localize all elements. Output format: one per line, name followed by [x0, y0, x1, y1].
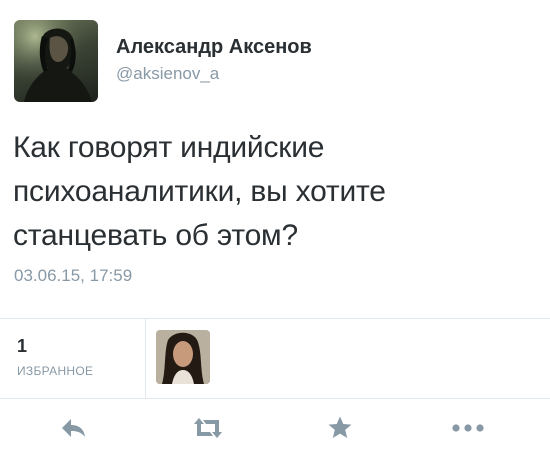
- tweet-timestamp[interactable]: 03.06.15, 17:59: [14, 266, 132, 286]
- author-avatar-image: [14, 20, 98, 102]
- tweet-text: Как говорят индийские психоаналитики, вы…: [13, 126, 533, 258]
- divider: [0, 398, 550, 399]
- favorite-button[interactable]: [322, 413, 358, 443]
- favorites-label[interactable]: ИЗБРАННОЕ: [17, 364, 93, 378]
- divider: [0, 318, 550, 319]
- author-name[interactable]: Александр Аксенов: [116, 36, 312, 59]
- tweet-card: Александр Аксенов @aksienov_a Как говоря…: [0, 0, 550, 455]
- stats-divider: [145, 318, 146, 398]
- more-icon: [452, 424, 484, 432]
- favoriter-avatar[interactable]: [156, 330, 210, 384]
- tweet-text-line: Как говорят индийские: [13, 131, 325, 164]
- tweet-text-line: психоаналитики, вы хотите: [13, 175, 386, 208]
- author-avatar[interactable]: [14, 20, 98, 102]
- tweet-text-line: станцевать об этом?: [13, 219, 298, 252]
- more-button[interactable]: [450, 413, 486, 443]
- author-handle[interactable]: @aksienov_a: [116, 64, 219, 84]
- favoriter-avatar-image: [156, 330, 210, 384]
- favorites-count[interactable]: 1: [17, 336, 27, 357]
- favorite-icon: [328, 416, 352, 438]
- retweet-icon: [194, 418, 222, 438]
- retweet-button[interactable]: [190, 413, 226, 443]
- reply-icon: [62, 419, 85, 437]
- reply-button[interactable]: [56, 413, 92, 443]
